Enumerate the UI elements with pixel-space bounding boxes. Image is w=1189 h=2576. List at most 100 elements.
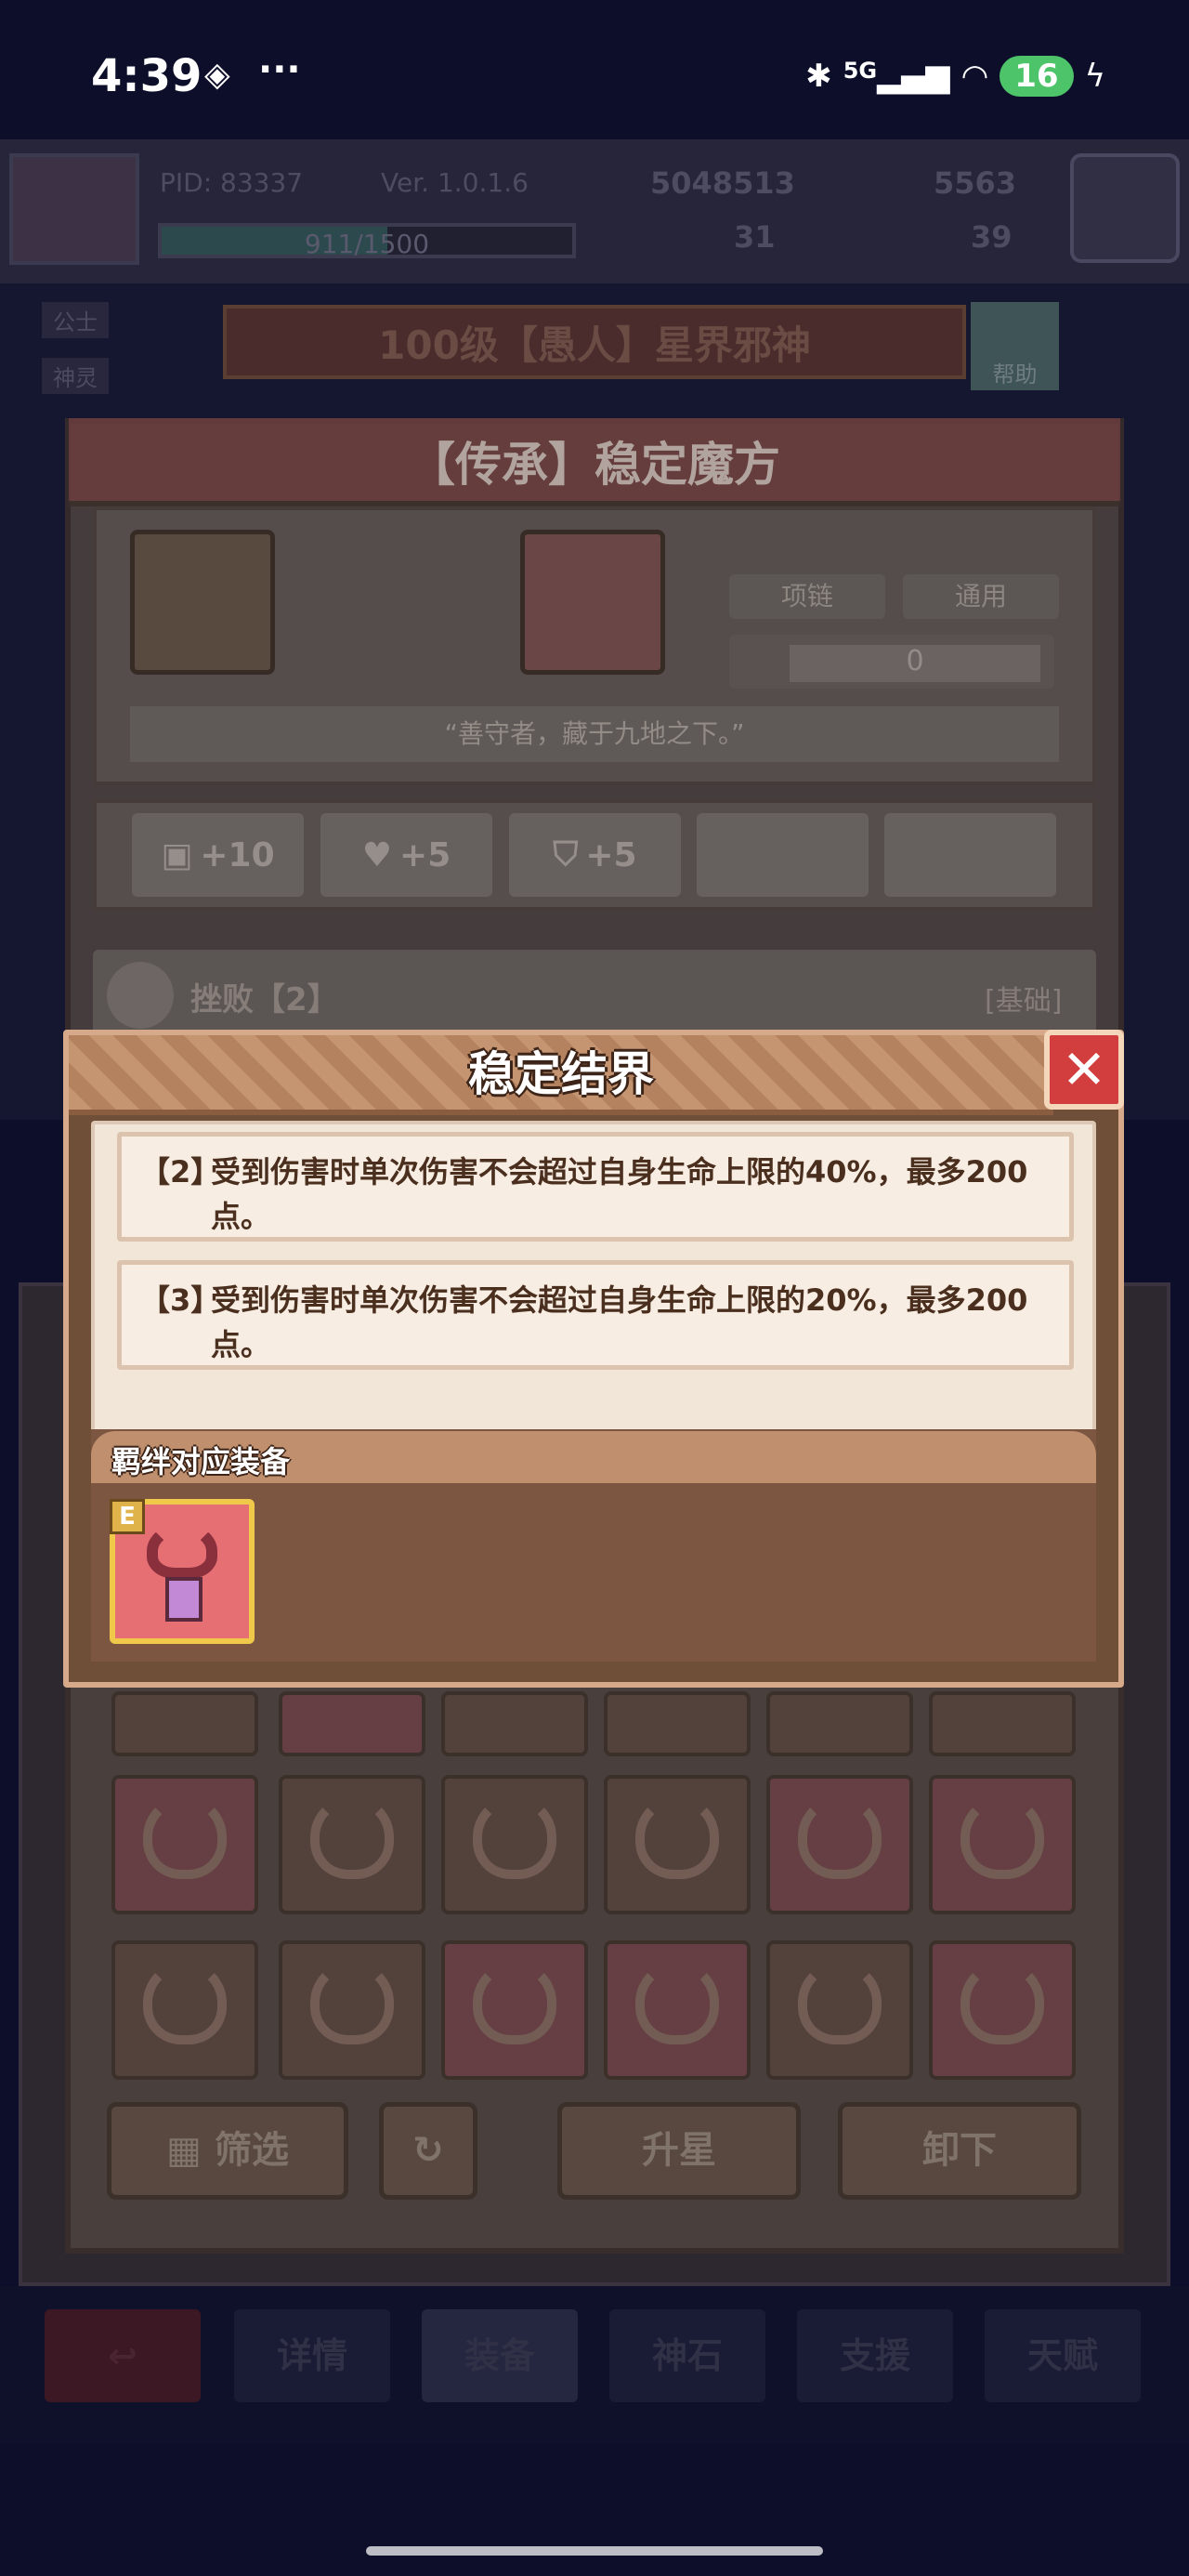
avatar[interactable]	[9, 153, 139, 265]
target-item-slot[interactable]	[520, 530, 665, 675]
tab-details[interactable]: 详情	[234, 2309, 390, 2402]
status-bar: 4:39 ◈ ··· ✱ 5G▂▄▆ ◠ 16 ϟ	[0, 0, 1189, 139]
grid-icon: ▦	[166, 2129, 215, 2172]
bonus-empty	[884, 813, 1056, 897]
bond-equipment-item[interactable]: E	[110, 1499, 255, 1644]
tab-godstone[interactable]: 神石	[609, 2309, 765, 2402]
refresh-icon: ↻	[412, 2129, 444, 2172]
inventory-slot[interactable]	[111, 1775, 258, 1914]
bond-equipment-label: 羁绊对应装备	[111, 1444, 291, 1479]
home-indicator[interactable]	[366, 2546, 823, 2556]
inventory-slot[interactable]	[279, 1691, 425, 1756]
rule-number: 【2】	[140, 1154, 221, 1189]
layers-icon: ◈	[204, 56, 230, 94]
inventory-slot[interactable]	[766, 1940, 913, 2080]
bonus-empty	[697, 813, 869, 897]
inventory-slot[interactable]	[929, 1940, 1076, 2080]
rule-item: 【3】受到伤害时单次伤害不会超过自身生命上限的20%，最多200点。	[117, 1260, 1074, 1370]
necklace-icon	[310, 1795, 394, 1879]
inventory-slot[interactable]	[111, 1691, 258, 1756]
inventory-slot[interactable]	[929, 1691, 1076, 1756]
rule-item: 【2】受到伤害时单次伤害不会超过自身生命上限的40%，最多200点。	[117, 1132, 1074, 1242]
count-value: 0	[790, 645, 1040, 682]
bond-modal: 稳定结界 ✕ 【2】受到伤害时单次伤害不会超过自身生命上限的40%，最多200点…	[63, 1030, 1124, 1688]
inventory-slot[interactable]	[441, 1775, 588, 1914]
tag-scope: 通用	[903, 574, 1059, 619]
rule-text: 受到伤害时单次伤害不会超过自身生命上限的20%，最多200点。	[211, 1282, 1028, 1362]
heart-icon: ♥	[361, 835, 393, 874]
unequip-button[interactable]: 卸下	[838, 2102, 1081, 2200]
necklace-icon	[798, 1961, 882, 2044]
tab-support[interactable]: 支援	[797, 2309, 953, 2402]
hp-text: 911/1500	[304, 229, 430, 259]
skill-name: 挫败【2】	[190, 981, 339, 1019]
inventory-slot[interactable]	[929, 1775, 1076, 1914]
status-icons: ✱ 5G▂▄▆ ◠ 16 ϟ	[805, 56, 1105, 97]
panel-title: 【传承】稳定魔方	[409, 438, 780, 492]
status-time: 4:39	[91, 50, 203, 102]
inventory-slot[interactable]	[604, 1691, 751, 1756]
battery-icon: 16	[1000, 56, 1074, 97]
rule-text: 受到伤害时单次伤害不会超过自身生命上限的40%，最多200点。	[211, 1154, 1028, 1234]
close-icon: ✕	[1061, 1038, 1107, 1101]
necklace-icon	[960, 1795, 1044, 1879]
tab-equipment[interactable]: 装备	[422, 2309, 578, 2402]
necklace-icon	[473, 1795, 556, 1879]
bonus-shield: ⛉ +5	[509, 813, 681, 897]
modal-title: 稳定结界	[468, 1047, 654, 1101]
back-button[interactable]: ↩	[45, 2309, 201, 2402]
hp-bar: 911/1500	[158, 223, 576, 259]
necklace-icon	[635, 1795, 719, 1879]
help-button[interactable]: 帮助	[971, 302, 1059, 390]
item-quote: “善守者，藏于九地之下。”	[130, 706, 1059, 762]
necklace-icon	[143, 1961, 227, 2044]
inventory-slot[interactable]	[279, 1775, 425, 1914]
charging-icon: ϟ	[1084, 58, 1105, 95]
bonus-book: ▣ +10	[132, 813, 304, 897]
inventory-slot[interactable]	[604, 1940, 751, 2080]
skull-icon	[107, 962, 174, 1029]
player-id: PID: 83337	[160, 167, 304, 198]
version-label: Ver. 1.0.1.6	[381, 167, 529, 198]
pendant-icon	[165, 1577, 203, 1622]
necklace-icon	[635, 1961, 719, 2044]
equipped-badge: E	[110, 1499, 145, 1534]
necklace-icon	[143, 1795, 227, 1879]
source-item-slot[interactable]	[130, 530, 275, 675]
gold-value: 5048513	[650, 165, 795, 201]
star-up-button[interactable]: 升星	[557, 2102, 801, 2200]
inventory-slot[interactable]	[441, 1691, 588, 1756]
bluetooth-icon: ✱	[805, 58, 832, 95]
skill-tag: [基础]	[985, 985, 1063, 1018]
inventory-slot[interactable]	[604, 1775, 751, 1914]
rule-number: 【3】	[140, 1282, 221, 1318]
player-header	[0, 139, 1189, 283]
clover-value: 31	[734, 219, 776, 255]
tag-type: 项链	[729, 574, 885, 619]
settings-button[interactable]	[1070, 153, 1180, 263]
necklace-icon	[473, 1961, 556, 2044]
inventory-slot[interactable]	[279, 1940, 425, 2080]
necklace-icon	[960, 1961, 1044, 2044]
cellular-icon: 5G▂▄▆	[843, 58, 950, 95]
refresh-button[interactable]: ↻	[379, 2102, 477, 2200]
bonus-heart: ♥ +5	[320, 813, 492, 897]
necklace-icon	[310, 1961, 394, 2044]
side-chip[interactable]: 公士	[42, 302, 109, 338]
wifi-icon: ◠	[960, 58, 989, 95]
gem-value: 5563	[934, 165, 1017, 201]
shield-icon: ⛉	[553, 835, 579, 874]
inventory-slot[interactable]	[441, 1940, 588, 2080]
inventory-slot[interactable]	[766, 1691, 913, 1756]
boot-value: 39	[971, 219, 1013, 255]
necklace-icon	[798, 1795, 882, 1879]
close-button[interactable]: ✕	[1044, 1030, 1124, 1110]
boss-title: 100级【愚人】星界邪神	[223, 305, 966, 379]
side-chip[interactable]: 神灵	[42, 358, 109, 394]
filter-button[interactable]: ▦ 筛选	[107, 2102, 348, 2200]
inventory-slot[interactable]	[766, 1775, 913, 1914]
book-icon: ▣	[161, 835, 193, 874]
inventory-slot[interactable]	[111, 1940, 258, 2080]
more-icon: ···	[258, 48, 301, 91]
tab-talent[interactable]: 天赋	[985, 2309, 1141, 2402]
